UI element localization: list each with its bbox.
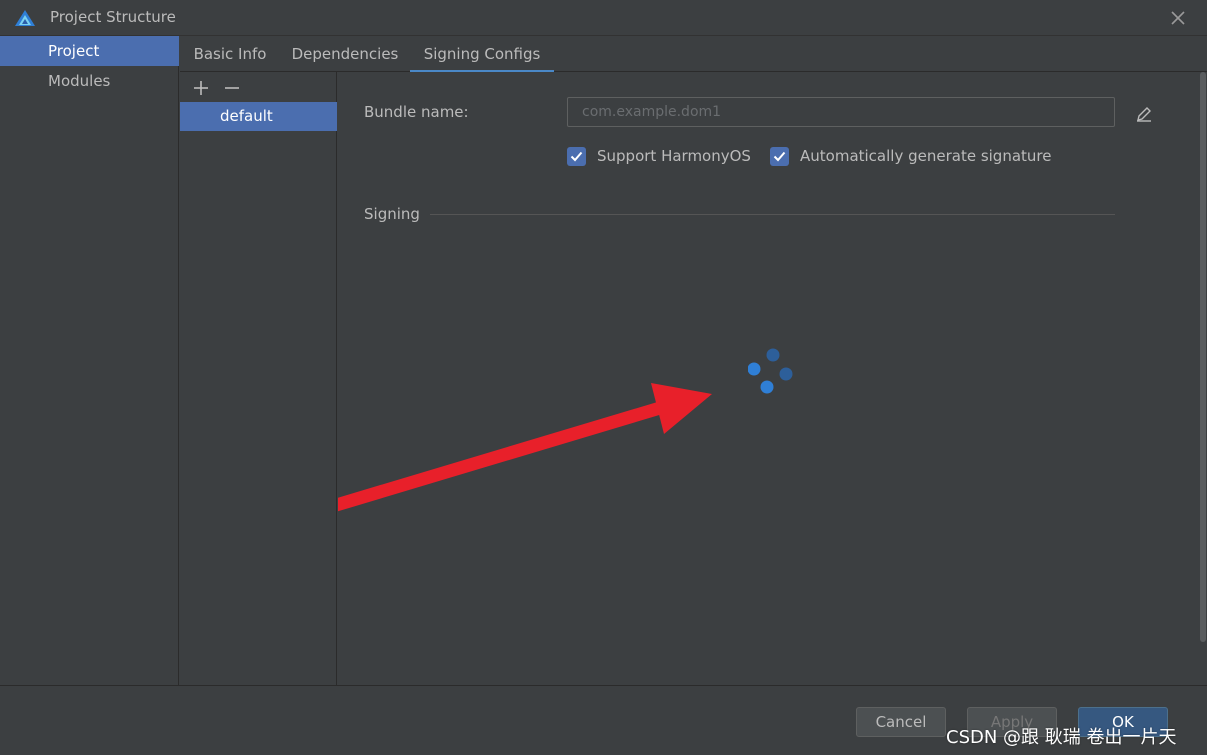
- loading-spinner-icon: [748, 348, 793, 394]
- support-harmonyos-checkbox[interactable]: Support HarmonyOS: [567, 145, 751, 167]
- pencil-icon[interactable]: [1134, 104, 1154, 124]
- cancel-button[interactable]: Cancel: [856, 707, 946, 737]
- tab-basic-info-label: Basic Info: [193, 45, 267, 63]
- scrollbar[interactable]: [1200, 72, 1206, 642]
- nav-item-project[interactable]: Project: [0, 36, 179, 66]
- signing-section-title: Signing: [364, 205, 420, 223]
- plus-icon[interactable]: [191, 78, 211, 98]
- signing-config-list: default: [180, 72, 337, 685]
- ok-button[interactable]: OK: [1078, 707, 1168, 737]
- window-title: Project Structure: [50, 8, 176, 26]
- tab-dependencies[interactable]: Dependencies: [280, 36, 410, 72]
- auto-signature-label: Automatically generate signature: [800, 147, 1052, 165]
- section-divider: [430, 214, 1115, 215]
- checkbox-checked: [567, 146, 586, 166]
- tab-dependencies-label: Dependencies: [291, 45, 399, 63]
- support-harmonyos-label: Support HarmonyOS: [597, 147, 751, 165]
- tab-signing-configs-label: Signing Configs: [423, 45, 541, 63]
- apply-button[interactable]: Apply: [967, 707, 1057, 737]
- harmonyos-logo-icon: [15, 10, 35, 26]
- checkbox-checked: [770, 146, 789, 166]
- check-icon: [773, 151, 786, 161]
- bundle-name-label: Bundle name:: [364, 103, 469, 121]
- title-bar: Project Structure: [0, 0, 1207, 36]
- minus-icon[interactable]: [222, 78, 242, 98]
- bundle-name-input[interactable]: [567, 97, 1115, 127]
- left-nav: Project Modules: [0, 36, 179, 685]
- auto-signature-checkbox[interactable]: Automatically generate signature: [770, 145, 1051, 167]
- signing-config-panel: Bundle name: Support HarmonyOS Automatic…: [338, 72, 1207, 685]
- config-item-default[interactable]: default: [180, 102, 337, 131]
- tabs-bar: Basic Info Dependencies Signing Configs: [180, 36, 1207, 73]
- nav-item-modules[interactable]: Modules: [0, 66, 179, 96]
- close-icon[interactable]: [1166, 6, 1190, 30]
- tab-basic-info[interactable]: Basic Info: [180, 36, 280, 72]
- dialog-footer: Cancel Apply OK: [0, 685, 1207, 755]
- check-icon: [570, 151, 583, 161]
- tab-signing-configs[interactable]: Signing Configs: [410, 36, 554, 73]
